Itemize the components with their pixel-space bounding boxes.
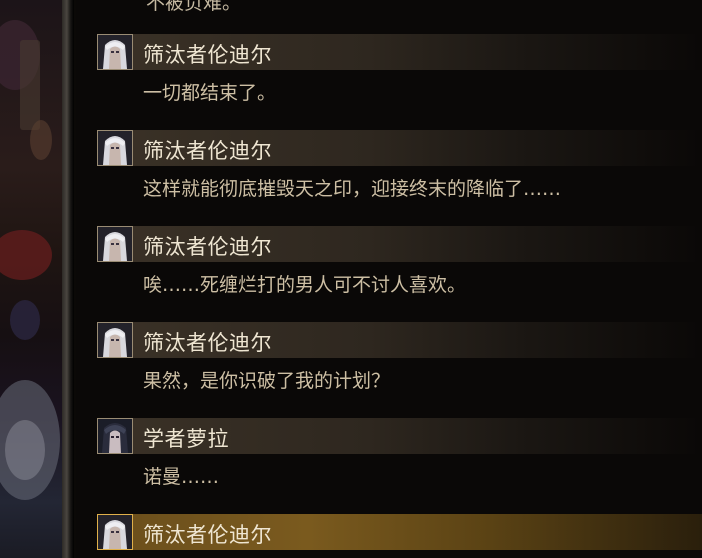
silver-hair-portrait-icon	[97, 130, 133, 166]
dialogue-entry: 筛汰者伦迪尔果然，是你识破了我的计划？	[97, 322, 702, 392]
dark-hair-portrait-icon	[97, 418, 133, 454]
dialogue-entry: 筛汰者伦迪尔 一切都结束了。	[97, 34, 702, 104]
speaker-name: 筛汰者伦迪尔	[143, 43, 272, 67]
speaker-name: 学者萝拉	[143, 427, 229, 451]
silver-hair-portrait-icon	[97, 226, 133, 262]
silver-hair-portrait-icon	[97, 514, 133, 550]
speaker-name: 筛汰者伦迪尔	[143, 523, 272, 547]
dialogue-entry: 筛汰者伦迪尔	[97, 514, 702, 550]
dialogue-entry: 筛汰者伦迪尔唉……死缠烂打的男人可不讨人喜欢。	[97, 226, 702, 296]
dialogue-log-panel[interactable]: 不被负难。 筛汰者伦迪尔 一切都结束了。 筛汰者伦迪尔 这样就能彻底摧毁天之印，迎接终…	[76, 0, 702, 558]
speaker-header-active: 筛汰者伦迪尔	[97, 514, 702, 550]
dialogue-entry: 筛汰者伦迪尔这样就能彻底摧毁天之印，迎接终末的降临了……	[97, 130, 702, 200]
speaker-header: 筛汰者伦迪尔	[97, 130, 702, 166]
speaker-name: 筛汰者伦迪尔	[143, 139, 272, 163]
log-panel-border	[62, 0, 74, 558]
speaker-name: 筛汰者伦迪尔	[143, 235, 272, 259]
silver-hair-portrait-icon	[97, 34, 133, 70]
dialogue-text: 诺曼……	[143, 466, 220, 488]
speaker-name: 筛汰者伦迪尔	[143, 331, 272, 355]
dialogue-text: 这样就能彻底摧毁天之印，迎接终末的降临了……	[143, 178, 562, 200]
dialogue-text: 果然，是你识破了我的计划？	[143, 370, 391, 392]
silver-hair-portrait-icon	[97, 322, 133, 358]
game-scene-background	[0, 0, 62, 558]
dialogue-text: 一切都结束了。	[143, 82, 277, 104]
speaker-header: 筛汰者伦迪尔	[97, 34, 702, 70]
speaker-header: 学者萝拉	[97, 418, 702, 454]
dialogue-text: 唉……死缠烂打的男人可不讨人喜欢。	[143, 274, 467, 296]
previous-dialog-line: 不被负难。	[146, 0, 242, 14]
speaker-header: 筛汰者伦迪尔	[97, 226, 702, 262]
speaker-header: 筛汰者伦迪尔	[97, 322, 702, 358]
dialogue-entry: 学者萝拉诺曼……	[97, 418, 702, 488]
